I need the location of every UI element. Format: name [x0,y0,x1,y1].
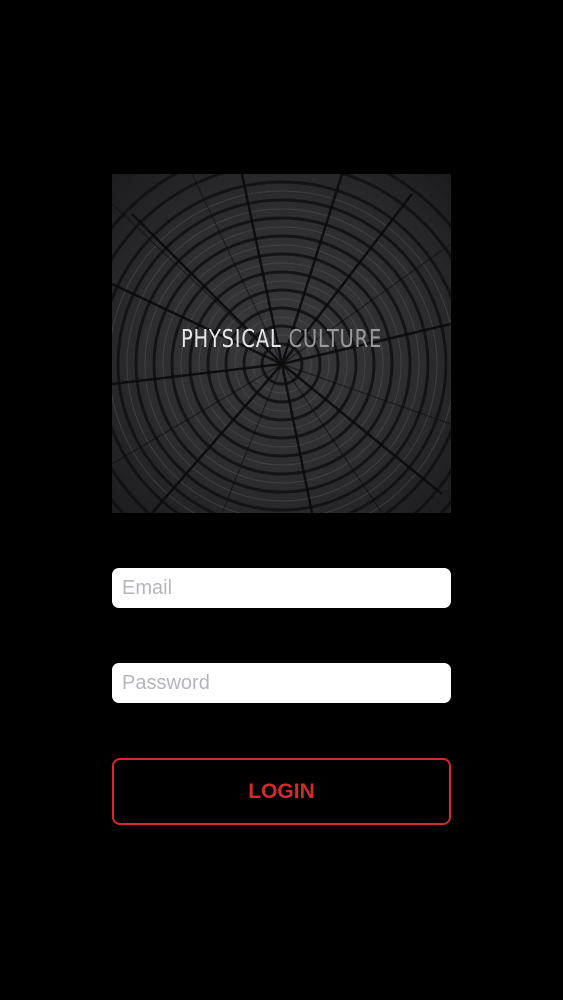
logo-word-culture: CULTURE [288,324,383,353]
email-field[interactable] [112,568,451,608]
password-field[interactable] [112,663,451,703]
logo-wordmark: PHYSICAL CULTURE [149,324,413,353]
logo-image: PHYSICAL CULTURE [112,174,451,513]
logo-word-physical: PHYSICAL [180,324,282,353]
login-button[interactable]: LOGIN [112,758,451,825]
